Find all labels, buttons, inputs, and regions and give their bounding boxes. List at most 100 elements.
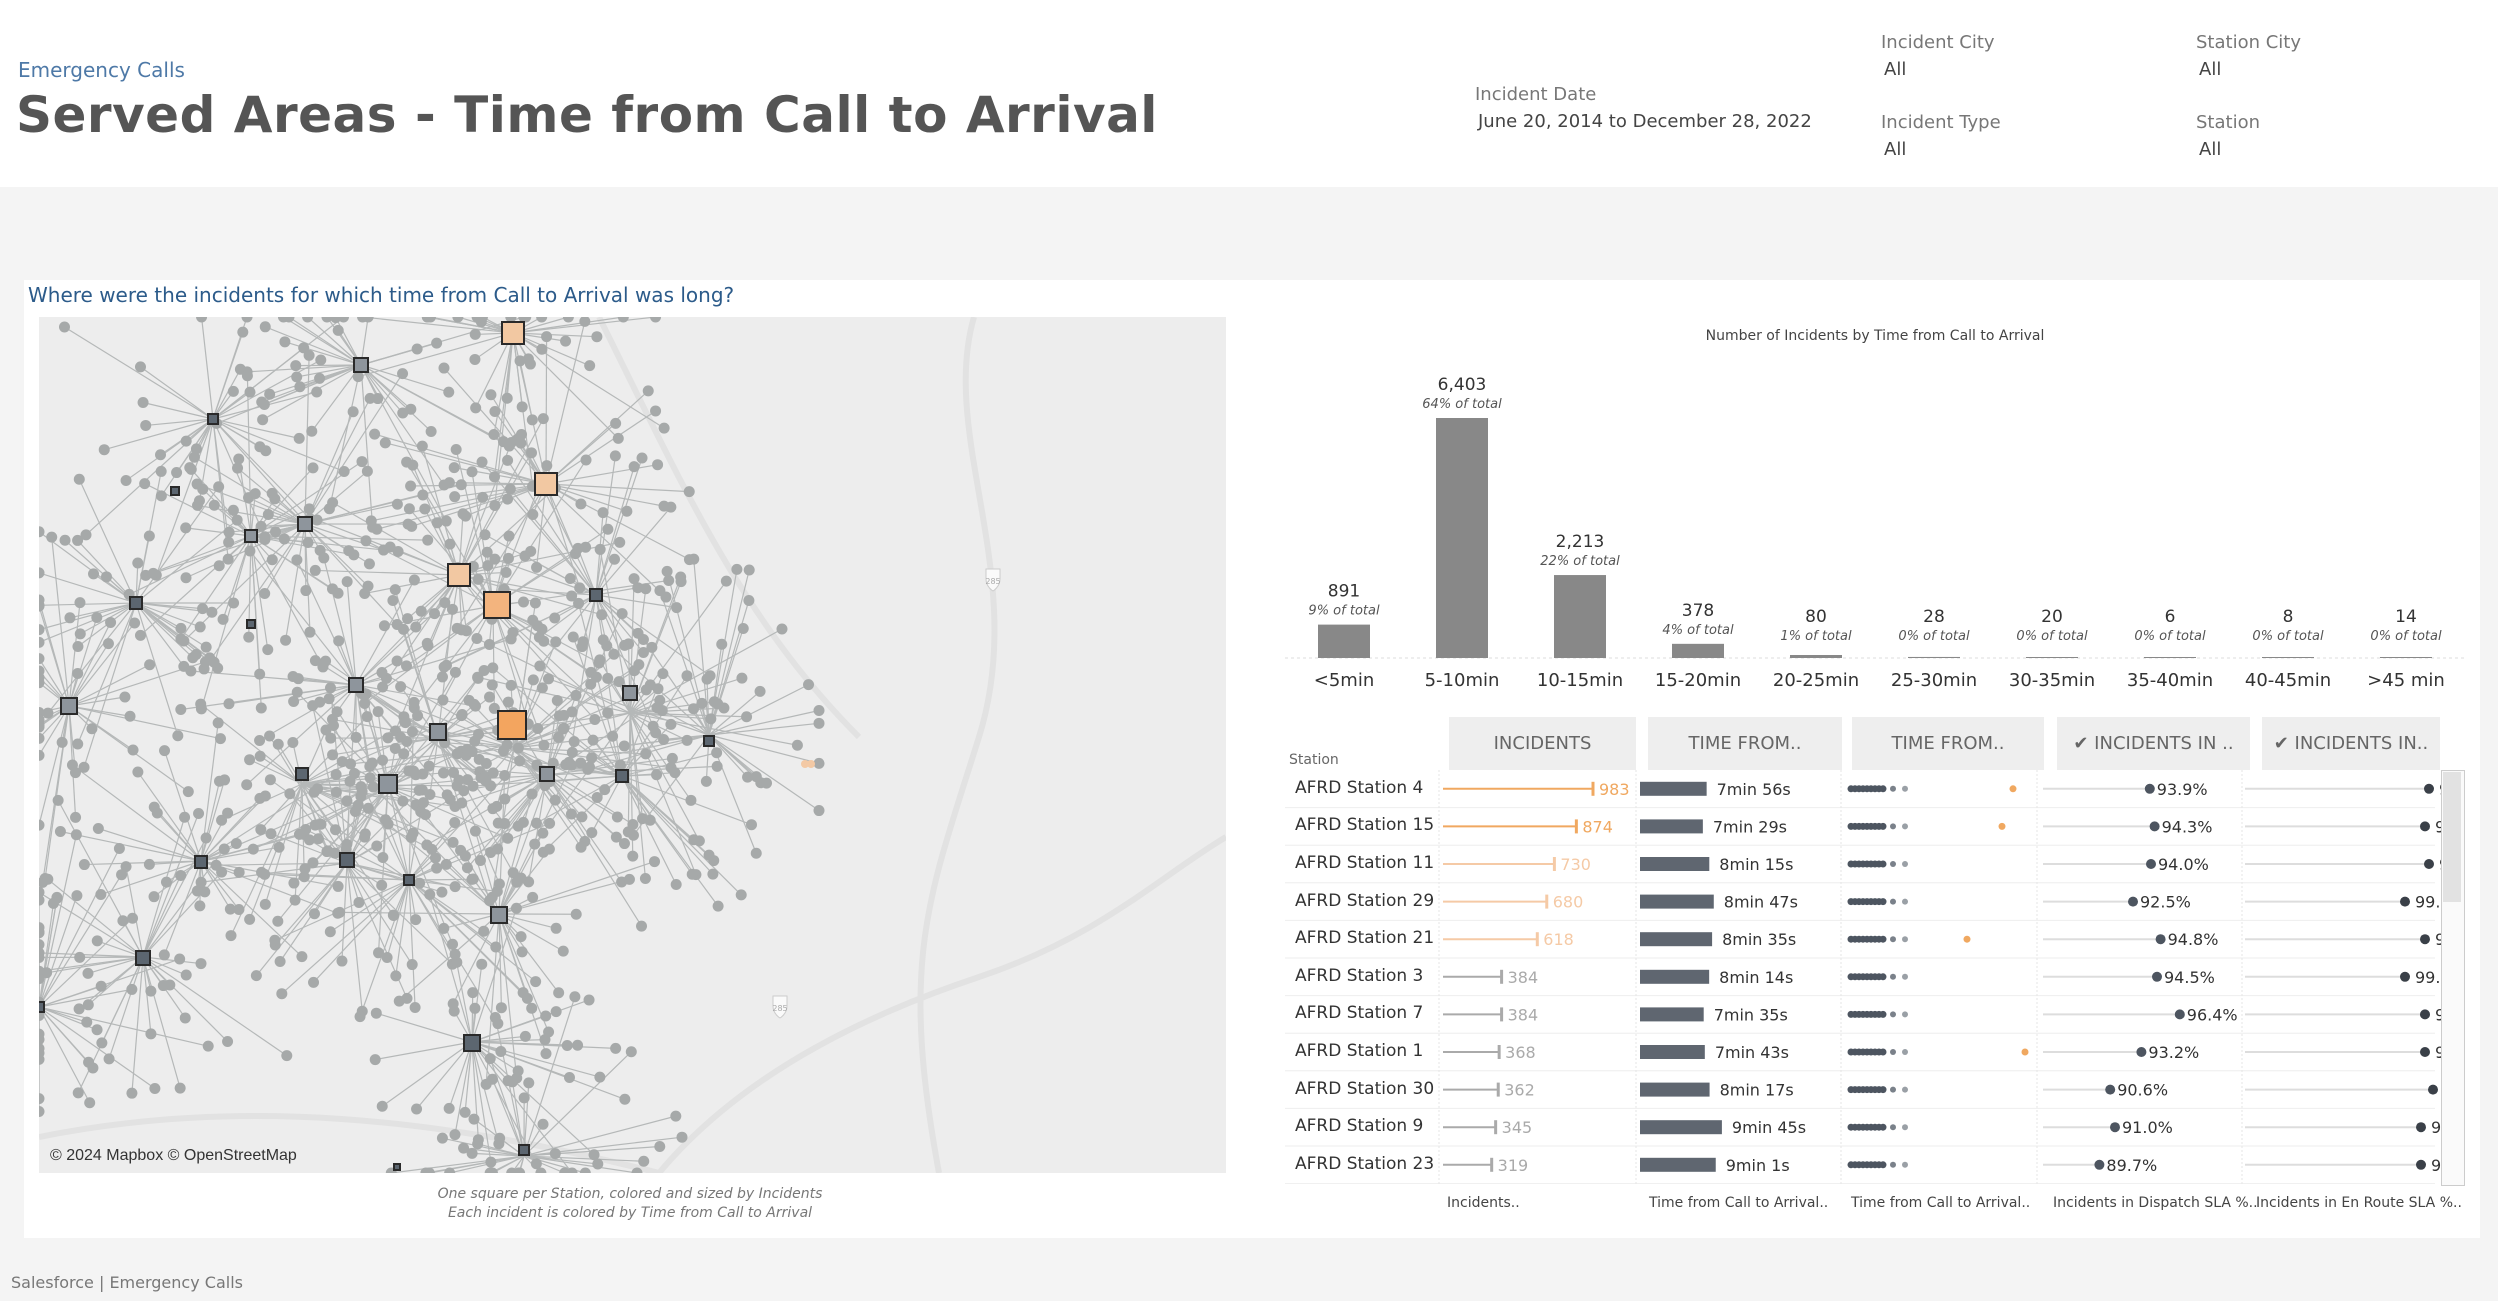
- enroute-sla-dot[interactable]: [2420, 821, 2430, 832]
- time-bar[interactable]: [1640, 969, 1710, 984]
- bar[interactable]: [1790, 655, 1842, 658]
- station-square[interactable]: [518, 1144, 530, 1156]
- filter-value[interactable]: All: [2199, 139, 2260, 160]
- dispatch-sla-dot[interactable]: [2155, 934, 2166, 945]
- station-square[interactable]: [589, 588, 603, 602]
- time-bar[interactable]: [1640, 1082, 1710, 1097]
- column-header[interactable]: INCIDENTS: [1449, 717, 1636, 770]
- enroute-sla-dot[interactable]: [2400, 896, 2410, 907]
- filter-value[interactable]: June 20, 2014 to December 28, 2022: [1478, 111, 1812, 132]
- station-square[interactable]: [447, 563, 471, 587]
- station-name[interactable]: AFRD Station 15: [1295, 815, 1434, 835]
- station-name[interactable]: AFRD Station 21: [1295, 928, 1434, 948]
- station-square[interactable]: [60, 697, 78, 715]
- station-square[interactable]: [135, 950, 151, 966]
- bar[interactable]: [1672, 643, 1724, 658]
- time-bar[interactable]: [1640, 781, 1707, 796]
- time-bar[interactable]: [1640, 894, 1714, 909]
- station-name[interactable]: AFRD Station 29: [1295, 891, 1434, 911]
- station-square[interactable]: [539, 766, 555, 782]
- station-square[interactable]: [129, 596, 143, 610]
- station-square[interactable]: [246, 619, 256, 629]
- filter-station[interactable]: Station All: [2196, 112, 2260, 160]
- station-square[interactable]: [339, 852, 355, 868]
- bar[interactable]: [1436, 418, 1488, 658]
- dispatch-sla-dot[interactable]: [2094, 1159, 2105, 1170]
- filter-incident-type[interactable]: Incident Type All: [1881, 112, 2001, 160]
- station-square[interactable]: [490, 906, 508, 924]
- time-bar[interactable]: [1640, 932, 1713, 947]
- station-name[interactable]: AFRD Station 23: [1295, 1154, 1434, 1174]
- enroute-sla-dot[interactable]: [2420, 934, 2430, 945]
- filter-value[interactable]: All: [1884, 139, 2001, 160]
- dispatch-sla-dot[interactable]: [2105, 1084, 2116, 1095]
- station-square[interactable]: [378, 774, 398, 794]
- enroute-sla-dot[interactable]: [2416, 1122, 2426, 1133]
- station-name[interactable]: AFRD Station 7: [1295, 1003, 1423, 1023]
- station-square[interactable]: [353, 357, 369, 373]
- bar[interactable]: [1908, 656, 1960, 658]
- bar[interactable]: [2026, 657, 2078, 658]
- dispatch-sla-dot[interactable]: [2136, 1047, 2147, 1057]
- dispatch-sla-dot[interactable]: [2149, 821, 2160, 832]
- station-square[interactable]: [429, 723, 447, 741]
- incident-map[interactable]: 285 285: [39, 317, 1226, 1173]
- station-name[interactable]: AFRD Station 9: [1295, 1116, 1423, 1136]
- column-header[interactable]: TIME FROM..: [1648, 717, 1842, 770]
- station-square[interactable]: [393, 1163, 401, 1171]
- enroute-sla-dot[interactable]: [2428, 1084, 2438, 1095]
- enroute-sla-dot[interactable]: [2424, 859, 2434, 869]
- time-bar[interactable]: [1640, 1120, 1722, 1135]
- scrollbar-thumb[interactable]: [2443, 772, 2461, 902]
- station-name[interactable]: AFRD Station 3: [1295, 966, 1423, 986]
- outlier-dot[interactable]: [1998, 822, 2006, 830]
- station-table[interactable]: 9837min 56s93.9%99.6%8747min 29s94.3%99.…: [1285, 770, 2465, 1184]
- time-bar[interactable]: [1640, 857, 1710, 871]
- time-bar[interactable]: [1640, 1157, 1716, 1172]
- station-square[interactable]: [170, 486, 180, 496]
- station-square[interactable]: [497, 710, 527, 740]
- dispatch-sla-dot[interactable]: [2146, 859, 2156, 869]
- station-square[interactable]: [194, 855, 208, 869]
- enroute-sla-dot[interactable]: [2400, 971, 2410, 982]
- column-header[interactable]: TIME FROM..: [1852, 717, 2044, 770]
- bar[interactable]: [2262, 657, 2314, 658]
- station-square[interactable]: [244, 529, 258, 543]
- station-name[interactable]: AFRD Station 11: [1295, 853, 1434, 873]
- station-square[interactable]: [703, 735, 715, 747]
- bar[interactable]: [1318, 624, 1370, 658]
- column-header[interactable]: ✔ INCIDENTS IN ..: [2057, 717, 2250, 770]
- filter-incident-city[interactable]: Incident City All: [1881, 32, 1995, 80]
- dispatch-sla-dot[interactable]: [2144, 783, 2155, 794]
- station-square[interactable]: [348, 677, 364, 693]
- bar[interactable]: [2380, 657, 2432, 658]
- station-square[interactable]: [403, 874, 415, 886]
- station-square[interactable]: [297, 516, 313, 532]
- station-name[interactable]: AFRD Station 4: [1295, 778, 1423, 798]
- station-square[interactable]: [615, 769, 629, 783]
- enroute-sla-dot[interactable]: [2420, 1047, 2430, 1057]
- station-square[interactable]: [622, 685, 638, 701]
- enroute-sla-dot[interactable]: [2420, 1009, 2430, 1020]
- station-name[interactable]: AFRD Station 1: [1295, 1041, 1423, 1061]
- station-square[interactable]: [501, 321, 525, 345]
- time-bar[interactable]: [1640, 1007, 1704, 1022]
- outlier-dot[interactable]: [1963, 935, 1971, 943]
- station-square[interactable]: [463, 1034, 481, 1052]
- station-name[interactable]: AFRD Station 30: [1295, 1079, 1434, 1099]
- breadcrumb[interactable]: Emergency Calls: [18, 58, 185, 82]
- column-header[interactable]: ✔ INCIDENTS IN..: [2262, 717, 2440, 770]
- station-square[interactable]: [295, 767, 309, 781]
- time-bar[interactable]: [1640, 819, 1703, 834]
- map-credit[interactable]: © 2024 Mapbox © OpenStreetMap: [50, 1147, 297, 1165]
- dispatch-sla-dot[interactable]: [2128, 896, 2138, 907]
- outlier-dot[interactable]: [2021, 1048, 2029, 1056]
- dispatch-sla-dot[interactable]: [2174, 1009, 2185, 1020]
- station-square[interactable]: [483, 591, 511, 619]
- bar[interactable]: [1554, 575, 1606, 658]
- filter-incident-date[interactable]: Incident Date June 20, 2014 to December …: [1475, 84, 1812, 132]
- enroute-sla-dot[interactable]: [2424, 783, 2434, 794]
- enroute-sla-dot[interactable]: [2416, 1159, 2426, 1170]
- station-square[interactable]: [39, 1001, 45, 1013]
- filter-value[interactable]: All: [2199, 59, 2301, 80]
